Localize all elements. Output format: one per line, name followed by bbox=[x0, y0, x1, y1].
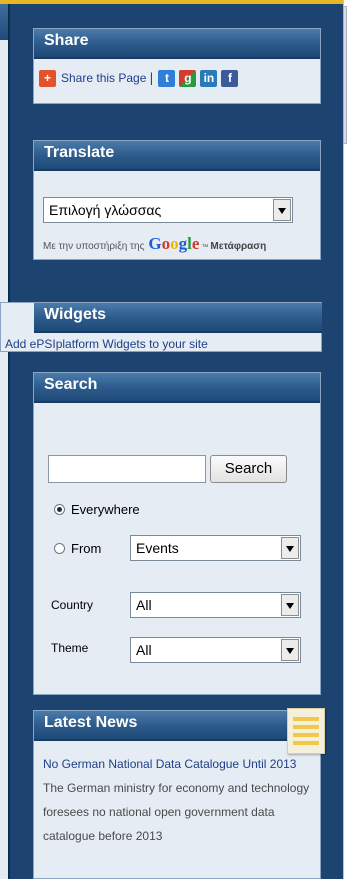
latest-news-header: Latest News bbox=[34, 711, 320, 741]
search-button[interactable]: Search bbox=[210, 455, 287, 483]
twitter-icon[interactable]: t bbox=[158, 69, 176, 87]
search-input[interactable] bbox=[48, 455, 206, 483]
share-box: Share + Share this Page | t g in f bbox=[33, 28, 321, 104]
translate-label: Μετάφραση bbox=[210, 241, 267, 252]
theme-label: Theme bbox=[51, 641, 89, 655]
translate-box: Translate Επιλογή γλώσσας Με την υποστήρ… bbox=[33, 140, 321, 260]
google-plus-icon[interactable]: g bbox=[179, 69, 197, 87]
chevron-down-icon[interactable] bbox=[281, 639, 299, 661]
chevron-down-icon[interactable] bbox=[281, 594, 299, 616]
from-select[interactable]: Events bbox=[130, 535, 301, 561]
add-widgets-link[interactable]: Add ePSIplatform Widgets to your site bbox=[5, 337, 208, 351]
news-document-icon bbox=[287, 708, 325, 754]
google-logo[interactable]: Google bbox=[148, 234, 199, 254]
widgets-box: Widgets Add ePSIplatform Widgets to your… bbox=[0, 302, 322, 352]
from-label: From bbox=[71, 541, 102, 556]
share-this-page-link[interactable]: Share this Page bbox=[61, 71, 146, 85]
powered-by-google: Με την υποστήριξη της Google ™ Μετάφραση bbox=[43, 234, 266, 254]
theme-select[interactable]: All bbox=[130, 637, 301, 663]
top-accent-bar bbox=[0, 0, 347, 4]
latest-news-box: Latest News No German National Data Cata… bbox=[33, 708, 325, 879]
theme-select-value: All bbox=[136, 642, 152, 658]
news-item: No German National Data Catalogue Until … bbox=[43, 752, 315, 848]
translate-header: Translate bbox=[34, 141, 320, 171]
search-header: Search bbox=[34, 373, 320, 403]
chevron-down-icon[interactable] bbox=[281, 537, 299, 559]
powered-by-text: Με την υποστήριξη της bbox=[43, 241, 145, 252]
linkedin-icon[interactable]: in bbox=[200, 69, 218, 87]
country-select-value: All bbox=[136, 597, 152, 613]
news-item-excerpt: The German ministry for economy and tech… bbox=[43, 781, 310, 843]
widgets-header: Widgets bbox=[34, 303, 322, 333]
country-select[interactable]: All bbox=[130, 592, 301, 618]
everywhere-label: Everywhere bbox=[71, 502, 140, 517]
share-header: Share bbox=[34, 29, 320, 59]
radio-from[interactable] bbox=[54, 543, 65, 554]
search-box: Search Search Everywhere From Events Cou… bbox=[33, 372, 321, 695]
left-column-edge bbox=[0, 4, 10, 879]
radio-everywhere[interactable] bbox=[54, 504, 65, 515]
language-select[interactable]: Επιλογή γλώσσας bbox=[43, 197, 293, 223]
chevron-down-icon[interactable] bbox=[273, 199, 291, 221]
share-separator: | bbox=[149, 71, 154, 85]
from-select-value: Events bbox=[136, 540, 179, 556]
language-select-value: Επιλογή γλώσσας bbox=[49, 202, 162, 218]
trademark-sign: ™ bbox=[201, 244, 209, 251]
share-row: + Share this Page | t g in f bbox=[39, 68, 239, 88]
news-item-title[interactable]: No German National Data Catalogue Until … bbox=[43, 757, 296, 771]
share-plus-icon[interactable]: + bbox=[39, 69, 56, 87]
country-label: Country bbox=[51, 598, 94, 612]
facebook-icon[interactable]: f bbox=[221, 69, 239, 87]
scrollbar-thumb[interactable] bbox=[343, 6, 347, 144]
